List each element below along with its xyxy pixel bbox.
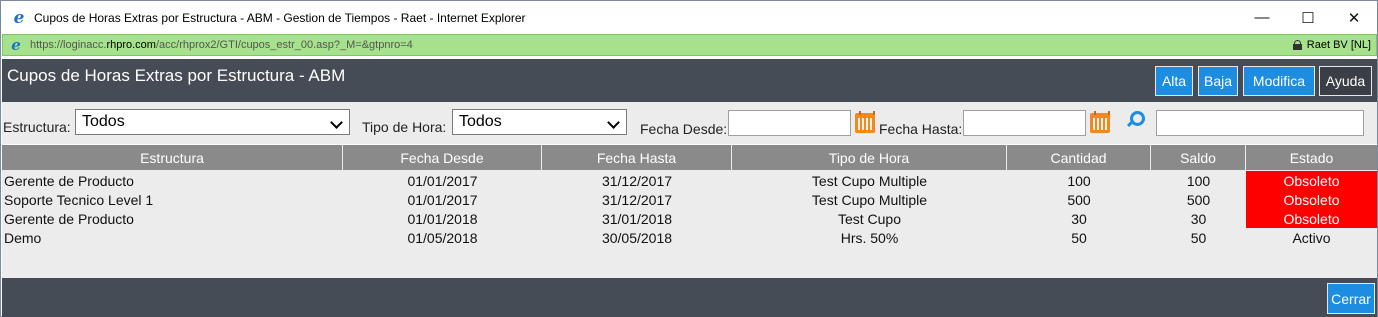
table-row[interactable]: Gerente de Producto 01/01/2018 31/01/201… bbox=[2, 209, 1377, 228]
url-domain: rhpro.com bbox=[106, 39, 156, 51]
col-saldo[interactable]: Saldo bbox=[1151, 145, 1246, 170]
cell-estado-obsoleto: Obsoleto bbox=[1246, 171, 1377, 190]
maximize-button[interactable]: ☐ bbox=[1285, 1, 1331, 34]
filter-bar: Estructura: Todos Tipo de Hora: Todos Fe… bbox=[2, 102, 1377, 144]
identity-label: Raet BV [NL] bbox=[1306, 39, 1371, 51]
col-estado[interactable]: Estado bbox=[1246, 145, 1377, 170]
ayuda-button[interactable]: Ayuda bbox=[1319, 66, 1372, 96]
cell-saldo: 30 bbox=[1190, 210, 1207, 227]
cerrar-button[interactable]: Cerrar bbox=[1327, 283, 1375, 314]
cell-fecha-desde: 01/05/2018 bbox=[407, 229, 478, 246]
cell-tipo-hora: Test Cupo Multiple bbox=[811, 172, 928, 189]
cupos-table: Estructura Fecha Desde Fecha Hasta Tipo … bbox=[2, 145, 1377, 278]
search-icon[interactable] bbox=[1125, 110, 1145, 128]
address-bar[interactable]: e https://loginacc.rhpro.com/acc/rhprox2… bbox=[2, 34, 1377, 56]
url-prefix: https://loginacc. bbox=[30, 39, 107, 51]
cell-fecha-desde: 01/01/2017 bbox=[407, 172, 478, 189]
tipo-hora-select[interactable]: Todos bbox=[452, 109, 627, 135]
cell-fecha-desde: 01/01/2018 bbox=[407, 210, 478, 227]
fecha-hasta-label: Fecha Hasta: bbox=[879, 121, 963, 137]
baja-button[interactable]: Baja bbox=[1198, 66, 1238, 96]
close-button[interactable]: ✕ bbox=[1331, 1, 1377, 34]
calendar-icon[interactable] bbox=[855, 111, 875, 133]
title-bar: e Cupos de Horas Extras por Estructura -… bbox=[1, 1, 1377, 34]
chevron-down-icon bbox=[330, 116, 343, 129]
page-favicon-icon: e bbox=[11, 36, 21, 54]
cell-fecha-hasta: 31/12/2017 bbox=[601, 191, 673, 208]
cell-tipo-hora: Hrs. 50% bbox=[840, 229, 899, 246]
cell-fecha-desde: 01/01/2017 bbox=[407, 191, 478, 208]
cell-estructura: Gerente de Producto bbox=[4, 210, 134, 227]
window-controls: — ☐ ✕ bbox=[1239, 1, 1377, 34]
calendar-icon[interactable] bbox=[1090, 111, 1110, 133]
table-row[interactable]: Gerente de Producto 01/01/2017 31/12/201… bbox=[2, 171, 1377, 190]
estructura-select[interactable]: Todos bbox=[75, 109, 350, 135]
lock-icon bbox=[1292, 40, 1302, 50]
chevron-down-icon bbox=[607, 116, 620, 129]
search-input[interactable] bbox=[1156, 110, 1364, 136]
table-header: Estructura Fecha Desde Fecha Hasta Tipo … bbox=[2, 145, 1377, 170]
cell-tipo-hora: Test Cupo bbox=[837, 210, 902, 227]
url-path: /acc/rhprox2/GTI/cupos_estr_00.asp?_M=&g… bbox=[155, 39, 413, 51]
cell-saldo: 50 bbox=[1190, 229, 1207, 246]
col-tipo-hora[interactable]: Tipo de Hora bbox=[732, 145, 1007, 170]
cell-saldo: 500 bbox=[1186, 191, 1211, 208]
cell-estado-activo: Activo bbox=[1292, 229, 1331, 246]
cell-cantidad: 500 bbox=[1067, 191, 1091, 208]
fecha-desde-label: Fecha Desde: bbox=[640, 121, 728, 137]
page-header: Cupos de Horas Extras por Estructura - A… bbox=[2, 59, 1377, 102]
estructura-label: Estructura: bbox=[3, 119, 71, 135]
col-fecha-hasta[interactable]: Fecha Hasta bbox=[542, 145, 732, 170]
tipo-hora-label: Tipo de Hora: bbox=[362, 119, 447, 135]
col-fecha-desde[interactable]: Fecha Desde bbox=[343, 145, 542, 170]
cell-cantidad: 50 bbox=[1071, 229, 1087, 246]
table-row[interactable]: Demo 01/05/2018 30/05/2018 Hrs. 50% 50 5… bbox=[2, 228, 1377, 247]
cell-estructura: Soporte Tecnico Level 1 bbox=[4, 191, 154, 208]
fecha-desde-input[interactable] bbox=[728, 110, 851, 136]
col-cantidad[interactable]: Cantidad bbox=[1007, 145, 1151, 170]
table-row[interactable]: Soporte Tecnico Level 1 01/01/2017 31/12… bbox=[2, 190, 1377, 209]
internet-explorer-icon: e bbox=[13, 7, 25, 28]
cell-estructura: Demo bbox=[4, 229, 42, 246]
security-identity[interactable]: Raet BV [NL] bbox=[1292, 35, 1371, 55]
cell-cantidad: 100 bbox=[1067, 172, 1091, 189]
page-footer: Cerrar bbox=[2, 278, 1377, 317]
cell-estado-obsoleto: Obsoleto bbox=[1246, 209, 1377, 228]
modifica-button[interactable]: Modifica bbox=[1243, 66, 1315, 96]
tipo-hora-select-value: Todos bbox=[459, 113, 502, 130]
cell-cantidad: 30 bbox=[1071, 210, 1087, 227]
estructura-select-value: Todos bbox=[82, 113, 125, 130]
alta-button[interactable]: Alta bbox=[1155, 66, 1193, 96]
cell-estado-obsoleto: Obsoleto bbox=[1246, 190, 1377, 209]
address-url[interactable]: https://loginacc.rhpro.com/acc/rhprox2/G… bbox=[30, 39, 413, 51]
col-estructura[interactable]: Estructura bbox=[2, 145, 343, 170]
cell-saldo: 100 bbox=[1186, 172, 1211, 189]
browser-window: e Cupos de Horas Extras por Estructura -… bbox=[0, 0, 1378, 317]
cell-fecha-hasta: 31/12/2017 bbox=[601, 172, 673, 189]
cell-fecha-hasta: 31/01/2018 bbox=[601, 210, 673, 227]
cell-tipo-hora: Test Cupo Multiple bbox=[811, 191, 928, 208]
window-title: Cupos de Horas Extras por Estructura - A… bbox=[34, 10, 526, 25]
page-title: Cupos de Horas Extras por Estructura - A… bbox=[7, 66, 346, 85]
cell-estructura: Gerente de Producto bbox=[4, 172, 134, 189]
fecha-hasta-input[interactable] bbox=[963, 110, 1086, 136]
minimize-button[interactable]: — bbox=[1239, 1, 1285, 34]
cell-fecha-hasta: 30/05/2018 bbox=[601, 229, 673, 246]
